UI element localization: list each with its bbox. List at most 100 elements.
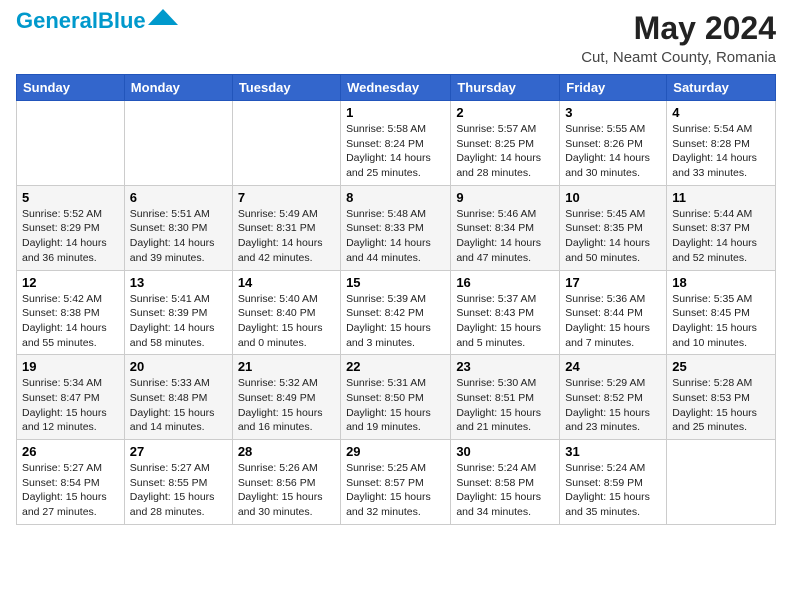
day-info: Sunrise: 5:26 AMSunset: 8:56 PMDaylight:… — [238, 461, 335, 520]
calendar-cell: 17 Sunrise: 5:36 AMSunset: 8:44 PMDayligh… — [560, 270, 667, 355]
logo-text: GeneralBlue — [16, 10, 146, 32]
day-number: 13 — [130, 275, 227, 290]
day-info: Sunrise: 5:25 AMSunset: 8:57 PMDaylight:… — [346, 461, 445, 520]
calendar-week-row: 5Sunrise: 5:52 AMSunset: 8:29 PMDaylight… — [17, 185, 776, 270]
day-info: Sunrise: 5:30 AMSunset: 8:51 PMDaylight:… — [456, 376, 554, 435]
calendar-header-friday: Friday — [560, 75, 667, 101]
day-number: 29 — [346, 444, 445, 459]
calendar-week-row: 1Sunrise: 5:58 AMSunset: 8:24 PMDaylight… — [17, 101, 776, 186]
day-info: Sunrise: 5:41 AMSunset: 8:39 PMDaylight:… — [130, 292, 227, 351]
calendar-cell: 22 Sunrise: 5:31 AMSunset: 8:50 PMDayligh… — [341, 355, 451, 440]
calendar-cell: 18 Sunrise: 5:35 AMSunset: 8:45 PMDayligh… — [667, 270, 776, 355]
calendar-cell: 5Sunrise: 5:52 AMSunset: 8:29 PMDaylight… — [17, 185, 125, 270]
calendar-cell: 26 Sunrise: 5:27 AMSunset: 8:54 PMDayligh… — [17, 440, 125, 525]
calendar-week-row: 26 Sunrise: 5:27 AMSunset: 8:54 PMDayligh… — [17, 440, 776, 525]
title-block: May 2024 Cut, Neamt County, Romania — [581, 10, 776, 66]
day-number: 23 — [456, 359, 554, 374]
day-number: 19 — [22, 359, 119, 374]
calendar-week-row: 12 Sunrise: 5:42 AMSunset: 8:38 PMDayligh… — [17, 270, 776, 355]
day-number: 8 — [346, 190, 445, 205]
day-info: Sunrise: 5:37 AMSunset: 8:43 PMDaylight:… — [456, 292, 554, 351]
day-number: 22 — [346, 359, 445, 374]
calendar-cell: 29 Sunrise: 5:25 AMSunset: 8:57 PMDayligh… — [341, 440, 451, 525]
calendar-cell: 21Sunrise: 5:32 AMSunset: 8:49 PMDayligh… — [232, 355, 340, 440]
day-number: 12 — [22, 275, 119, 290]
day-number: 3 — [565, 105, 661, 120]
day-number: 17 — [565, 275, 661, 290]
day-info: Sunrise: 5:42 AMSunset: 8:38 PMDaylight:… — [22, 292, 119, 351]
day-info: Sunrise: 5:49 AMSunset: 8:31 PMDaylight:… — [238, 207, 335, 266]
day-number: 20 — [130, 359, 227, 374]
calendar-cell — [232, 101, 340, 186]
calendar-cell: 1Sunrise: 5:58 AMSunset: 8:24 PMDaylight… — [341, 101, 451, 186]
day-number: 16 — [456, 275, 554, 290]
calendar-cell: 7 Sunrise: 5:49 AMSunset: 8:31 PMDaylight… — [232, 185, 340, 270]
day-number: 25 — [672, 359, 770, 374]
calendar-cell: 16 Sunrise: 5:37 AMSunset: 8:43 PMDayligh… — [451, 270, 560, 355]
day-number: 14 — [238, 275, 335, 290]
day-number: 9 — [456, 190, 554, 205]
calendar-header-row: SundayMondayTuesdayWednesdayThursdayFrid… — [17, 75, 776, 101]
calendar-cell: 28 Sunrise: 5:26 AMSunset: 8:56 PMDayligh… — [232, 440, 340, 525]
calendar-cell: 3Sunrise: 5:55 AMSunset: 8:26 PMDaylight… — [560, 101, 667, 186]
day-number: 7 — [238, 190, 335, 205]
logo-icon — [148, 7, 178, 27]
logo: GeneralBlue — [16, 10, 178, 32]
calendar-header-sunday: Sunday — [17, 75, 125, 101]
header: GeneralBlue May 2024 Cut, Neamt County, … — [16, 10, 776, 66]
day-number: 6 — [130, 190, 227, 205]
calendar-week-row: 19 Sunrise: 5:34 AMSunset: 8:47 PMDayligh… — [17, 355, 776, 440]
day-number: 30 — [456, 444, 554, 459]
day-info: Sunrise: 5:45 AMSunset: 8:35 PMDaylight:… — [565, 207, 661, 266]
day-number: 21 — [238, 359, 335, 374]
day-number: 18 — [672, 275, 770, 290]
calendar-header-monday: Monday — [124, 75, 232, 101]
day-number: 31 — [565, 444, 661, 459]
calendar-cell: 23 Sunrise: 5:30 AMSunset: 8:51 PMDayligh… — [451, 355, 560, 440]
day-number: 24 — [565, 359, 661, 374]
day-info: Sunrise: 5:46 AMSunset: 8:34 PMDaylight:… — [456, 207, 554, 266]
calendar-cell: 9 Sunrise: 5:46 AMSunset: 8:34 PMDaylight… — [451, 185, 560, 270]
calendar-header-saturday: Saturday — [667, 75, 776, 101]
day-info: Sunrise: 5:33 AMSunset: 8:48 PMDaylight:… — [130, 376, 227, 435]
subtitle: Cut, Neamt County, Romania — [581, 49, 776, 66]
calendar-cell: 20 Sunrise: 5:33 AMSunset: 8:48 PMDayligh… — [124, 355, 232, 440]
day-info: Sunrise: 5:54 AMSunset: 8:28 PMDaylight:… — [672, 122, 770, 181]
day-number: 28 — [238, 444, 335, 459]
day-number: 26 — [22, 444, 119, 459]
day-info: Sunrise: 5:34 AMSunset: 8:47 PMDaylight:… — [22, 376, 119, 435]
day-info: Sunrise: 5:40 AMSunset: 8:40 PMDaylight:… — [238, 292, 335, 351]
day-info: Sunrise: 5:48 AMSunset: 8:33 PMDaylight:… — [346, 207, 445, 266]
day-number: 15 — [346, 275, 445, 290]
calendar-cell: 14 Sunrise: 5:40 AMSunset: 8:40 PMDayligh… — [232, 270, 340, 355]
calendar-header-thursday: Thursday — [451, 75, 560, 101]
day-info: Sunrise: 5:36 AMSunset: 8:44 PMDaylight:… — [565, 292, 661, 351]
calendar-cell — [17, 101, 125, 186]
calendar-cell: 25 Sunrise: 5:28 AMSunset: 8:53 PMDayligh… — [667, 355, 776, 440]
calendar-cell — [124, 101, 232, 186]
day-info: Sunrise: 5:27 AMSunset: 8:55 PMDaylight:… — [130, 461, 227, 520]
day-info: Sunrise: 5:44 AMSunset: 8:37 PMDaylight:… — [672, 207, 770, 266]
calendar-cell: 8 Sunrise: 5:48 AMSunset: 8:33 PMDaylight… — [341, 185, 451, 270]
day-number: 5 — [22, 190, 119, 205]
calendar-cell: 2Sunrise: 5:57 AMSunset: 8:25 PMDaylight… — [451, 101, 560, 186]
calendar-header-wednesday: Wednesday — [341, 75, 451, 101]
calendar-cell: 13 Sunrise: 5:41 AMSunset: 8:39 PMDayligh… — [124, 270, 232, 355]
calendar-cell: 6 Sunrise: 5:51 AMSunset: 8:30 PMDaylight… — [124, 185, 232, 270]
day-info: Sunrise: 5:24 AMSunset: 8:59 PMDaylight:… — [565, 461, 661, 520]
calendar-table: SundayMondayTuesdayWednesdayThursdayFrid… — [16, 74, 776, 525]
calendar-cell: 27Sunrise: 5:27 AMSunset: 8:55 PMDayligh… — [124, 440, 232, 525]
day-info: Sunrise: 5:24 AMSunset: 8:58 PMDaylight:… — [456, 461, 554, 520]
calendar-cell: 4 Sunrise: 5:54 AMSunset: 8:28 PMDaylight… — [667, 101, 776, 186]
calendar-cell: 12 Sunrise: 5:42 AMSunset: 8:38 PMDayligh… — [17, 270, 125, 355]
day-info: Sunrise: 5:35 AMSunset: 8:45 PMDaylight:… — [672, 292, 770, 351]
calendar-header-tuesday: Tuesday — [232, 75, 340, 101]
day-info: Sunrise: 5:31 AMSunset: 8:50 PMDaylight:… — [346, 376, 445, 435]
day-info: Sunrise: 5:27 AMSunset: 8:54 PMDaylight:… — [22, 461, 119, 520]
calendar-cell: 24Sunrise: 5:29 AMSunset: 8:52 PMDayligh… — [560, 355, 667, 440]
day-info: Sunrise: 5:51 AMSunset: 8:30 PMDaylight:… — [130, 207, 227, 266]
day-number: 10 — [565, 190, 661, 205]
calendar-cell: 11Sunrise: 5:44 AMSunset: 8:37 PMDayligh… — [667, 185, 776, 270]
day-info: Sunrise: 5:28 AMSunset: 8:53 PMDaylight:… — [672, 376, 770, 435]
day-number: 4 — [672, 105, 770, 120]
